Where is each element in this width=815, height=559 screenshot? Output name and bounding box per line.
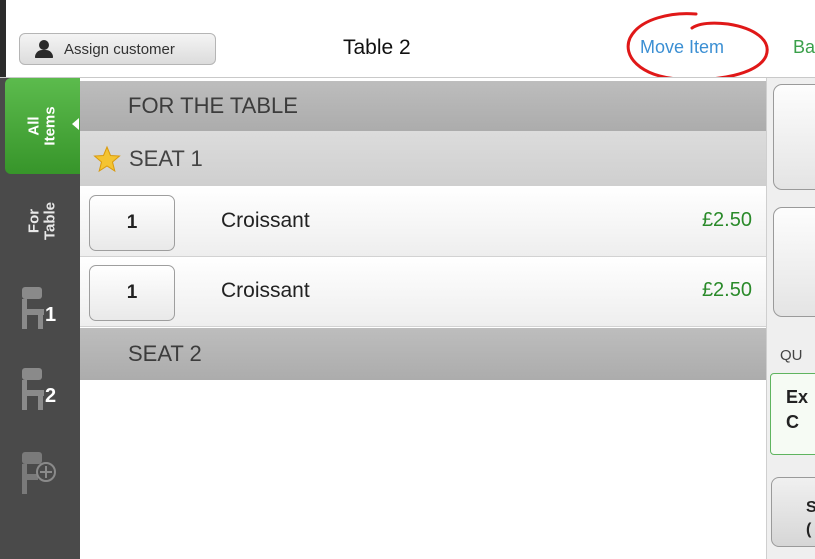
right-action-button-2[interactable] bbox=[773, 207, 815, 317]
left-edge bbox=[0, 0, 6, 78]
item-price: £2.50 bbox=[701, 209, 752, 231]
quantity-label: QU bbox=[780, 347, 803, 364]
quantity-button[interactable]: 1 bbox=[89, 265, 175, 321]
send-button-text: S ( bbox=[806, 497, 815, 541]
section-seat-1-label: SEAT 1 bbox=[129, 145, 203, 171]
section-seat-2-label: SEAT 2 bbox=[128, 341, 202, 366]
seat-1-number: 1 bbox=[45, 304, 56, 326]
item-name: Croissant bbox=[221, 279, 310, 302]
back-button[interactable]: Ba bbox=[793, 37, 815, 58]
extra-option-line-1: Ex bbox=[786, 387, 809, 407]
person-icon bbox=[34, 40, 54, 58]
selected-indicator-icon bbox=[72, 118, 79, 130]
extra-option-line-2: C bbox=[786, 412, 799, 432]
seat-2-number: 2 bbox=[45, 385, 56, 407]
assign-customer-label: Assign customer bbox=[64, 40, 175, 58]
item-price: £2.50 bbox=[701, 279, 752, 301]
assign-customer-button[interactable]: Assign customer bbox=[19, 33, 216, 65]
quantity-button[interactable]: 1 bbox=[89, 195, 175, 251]
tab-for-table[interactable]: For Table bbox=[26, 184, 59, 259]
all-items-label: All Items bbox=[25, 106, 59, 146]
item-name: Croissant bbox=[221, 209, 310, 232]
red-circle-annotation bbox=[626, 12, 769, 82]
send-button-line-1: S bbox=[806, 499, 815, 516]
order-item-row[interactable]: 1 Croissant £2.50 bbox=[80, 187, 766, 257]
send-button-line-2: ( bbox=[806, 521, 812, 538]
star-icon bbox=[93, 145, 121, 172]
right-action-button-1[interactable] bbox=[773, 84, 815, 190]
page-title: Table 2 bbox=[343, 36, 411, 59]
seat-1-chair-icon[interactable]: 1 bbox=[20, 285, 60, 331]
add-seat-icon[interactable] bbox=[20, 450, 60, 496]
extra-option-text: Ex C bbox=[786, 385, 808, 435]
seat-2-chair-icon[interactable]: 2 bbox=[20, 366, 60, 412]
order-item-row[interactable]: 1 Croissant £2.50 bbox=[80, 257, 766, 327]
section-seat-1[interactable]: SEAT 1 bbox=[80, 131, 766, 186]
section-seat-2[interactable]: SEAT 2 bbox=[80, 328, 766, 380]
section-for-the-table-label: FOR THE TABLE bbox=[128, 93, 298, 118]
section-for-the-table[interactable]: FOR THE TABLE bbox=[80, 81, 766, 131]
